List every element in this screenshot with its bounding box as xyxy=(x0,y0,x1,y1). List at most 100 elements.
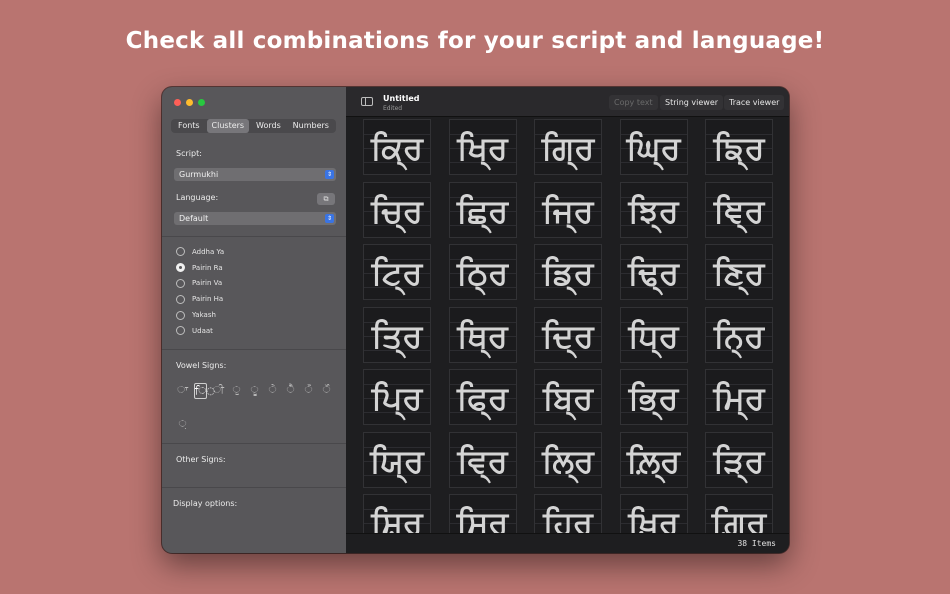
glyph-cluster: ਸ਼੍ਰਿ xyxy=(371,504,423,533)
glyph-cell[interactable]: ਥ੍ਰਿ xyxy=(448,306,517,363)
cluster-option[interactable]: Udaat xyxy=(176,323,224,339)
glyph-cell[interactable]: ਖ੍ਰਿ xyxy=(448,119,517,175)
glyph-cluster: ਚ੍ਰਿ xyxy=(371,191,423,230)
glyph-cluster: ਧ੍ਰਿ xyxy=(628,316,679,355)
string-viewer-button[interactable]: String viewer xyxy=(660,95,724,110)
glyph-cell[interactable]: ਘ੍ਰਿ xyxy=(619,119,688,175)
glyph-cell[interactable]: ਕ੍ਰਿ xyxy=(363,119,431,175)
glyph-cell[interactable]: ਸ੍ਰਿ xyxy=(448,494,517,533)
glyph-cell[interactable]: ਖ਼੍ਰਿ xyxy=(619,494,688,533)
glyph-cell[interactable]: ਠ੍ਰਿ xyxy=(448,244,517,300)
vowel-sign-button[interactable]: ◌ਾ xyxy=(176,383,189,399)
glyph-cell[interactable]: ਤ੍ਰਿ xyxy=(363,306,431,363)
vowel-sign-button[interactable]: ◌ੁ xyxy=(230,383,243,399)
glyph-cluster: ਮ੍ਰਿ xyxy=(713,379,765,417)
glyph-cell[interactable]: ਛ੍ਰਿ xyxy=(448,181,517,238)
vowel-sign-button[interactable]: ◌ੋ xyxy=(302,383,315,399)
vowel-signs-label: Vowel Signs: xyxy=(176,361,227,370)
glyph-cell[interactable]: ਦ੍ਰਿ xyxy=(534,306,602,363)
radio-button[interactable] xyxy=(176,263,185,273)
language-info-button[interactable]: ⧉ xyxy=(317,193,335,205)
glyph-cell[interactable]: ਸ਼੍ਰਿ xyxy=(363,494,431,533)
minimize-button[interactable] xyxy=(186,99,193,106)
glyph-cell[interactable]: ਧ੍ਰਿ xyxy=(619,306,688,363)
glyph-cluster: ਹ੍ਰਿ xyxy=(543,504,593,533)
tab-words[interactable]: Words xyxy=(251,119,286,133)
glyph-cluster: ਯ੍ਰਿ xyxy=(370,441,424,480)
glyph-cell[interactable]: ਪ੍ਰਿ xyxy=(363,369,431,425)
language-select[interactable]: Default ⇕ xyxy=(174,212,336,225)
glyph-cell[interactable]: ਫ੍ਰਿ xyxy=(448,369,517,425)
vowel-sign-button[interactable]: ◌ੌ xyxy=(320,383,333,399)
glyph-cell[interactable]: ਝ੍ਰਿ xyxy=(619,181,688,238)
glyph-cell[interactable]: ਢ੍ਰਿ xyxy=(619,244,688,300)
chevron-updown-icon: ⇕ xyxy=(325,214,334,223)
glyph-cell[interactable]: ਭ੍ਰਿ xyxy=(619,369,688,425)
script-select-value: Gurmukhi xyxy=(179,170,219,179)
glyph-cell[interactable]: ਟ੍ਰਿ xyxy=(363,244,431,300)
window-controls xyxy=(174,99,205,106)
glyph-cluster: ਡ੍ਰਿ xyxy=(542,254,594,292)
glyph-cell[interactable]: ਚ੍ਰਿ xyxy=(363,181,431,238)
other-signs-label: Other Signs: xyxy=(176,455,226,464)
glyph-cell[interactable]: ਵ੍ਰਿ xyxy=(448,431,517,488)
glyph-cluster: ਨ੍ਰਿ xyxy=(713,316,765,355)
cluster-option[interactable]: Pairin Ra xyxy=(176,260,224,276)
vowel-sign-button[interactable]: ◌ੂ xyxy=(248,383,261,399)
glyph-cell[interactable]: ਡ੍ਰਿ xyxy=(534,244,602,300)
close-button[interactable] xyxy=(174,99,181,106)
glyph-cluster: ਗ੍ਰਿ xyxy=(541,129,595,167)
cluster-option[interactable]: Pairin Va xyxy=(176,276,224,292)
language-select-value: Default xyxy=(179,214,209,223)
vowel-sign-button[interactable]: ਿ◌ xyxy=(194,383,215,399)
mode-tabs: Fonts Clusters Words Numbers xyxy=(171,119,336,133)
script-select[interactable]: Gurmukhi ⇕ xyxy=(174,168,336,181)
tab-fonts[interactable]: Fonts xyxy=(173,119,205,133)
glyph-cell[interactable]: ਮ੍ਰਿ xyxy=(705,369,773,425)
document-title: Untitled xyxy=(383,94,420,103)
headline: Check all combinations for your script a… xyxy=(125,28,825,54)
chevron-updown-icon: ⇕ xyxy=(325,170,334,179)
glyph-cell[interactable]: ਯ੍ਰਿ xyxy=(363,431,431,488)
item-count: 38 Items xyxy=(737,539,776,548)
glyph-cell[interactable]: ਹ੍ਰਿ xyxy=(534,494,602,533)
glyph-cell[interactable]: ੜ੍ਰਿ xyxy=(705,431,773,488)
glyph-cell[interactable]: ਙ੍ਰਿ xyxy=(705,119,773,175)
trace-viewer-button[interactable]: Trace viewer xyxy=(724,95,785,110)
glyph-cell[interactable]: ਞ੍ਰਿ xyxy=(705,181,773,238)
cluster-option[interactable]: Yakash xyxy=(176,307,224,323)
cluster-option[interactable]: Addha Ya xyxy=(176,244,224,260)
glyph-cell[interactable]: ਗ੍ਰਿ xyxy=(534,119,602,175)
sidebar-toggle-icon[interactable] xyxy=(361,97,373,106)
vowel-sign-button[interactable]: ◌ੇ xyxy=(266,383,279,399)
glyph-cluster: ਠ੍ਰਿ xyxy=(456,254,509,292)
glyph-cell[interactable]: ਣ੍ਰਿ xyxy=(705,244,773,300)
divider xyxy=(162,349,346,350)
vowel-sign-button[interactable]: ◌਼ xyxy=(176,417,189,433)
glyph-cell[interactable]: ਬ੍ਰਿ xyxy=(534,369,602,425)
glyph-cluster: ਝ੍ਰਿ xyxy=(628,191,679,230)
zoom-button[interactable] xyxy=(198,99,205,106)
glyph-cell[interactable]: ਗ਼੍ਰਿ xyxy=(705,494,773,533)
vowel-sign-button[interactable]: ◌ੈ xyxy=(284,383,297,399)
tab-numbers[interactable]: Numbers xyxy=(288,119,334,133)
glyph-cell[interactable]: ਜ੍ਰਿ xyxy=(534,181,602,238)
radio-button[interactable] xyxy=(176,294,185,304)
radio-button[interactable] xyxy=(176,310,185,320)
radio-button[interactable] xyxy=(176,278,185,288)
copy-text-button[interactable]: Copy text xyxy=(609,95,658,110)
cluster-option-label: Pairin Va xyxy=(192,279,223,288)
vowel-sign-button[interactable]: ◌ੀ xyxy=(212,383,225,399)
glyph-cluster: ਟ੍ਰਿ xyxy=(371,254,423,292)
divider xyxy=(162,236,346,237)
radio-button[interactable] xyxy=(176,326,185,336)
cluster-option[interactable]: Pairin Ha xyxy=(176,291,224,307)
glyph-cell[interactable]: ਲ੍ਰਿ xyxy=(534,431,602,488)
glyph-cell[interactable]: ਲ਼੍ਰਿ xyxy=(619,431,688,488)
radio-button[interactable] xyxy=(176,247,185,257)
glyph-cluster: ਲ੍ਰਿ xyxy=(542,441,594,480)
document-status: Edited xyxy=(383,105,403,112)
glyph-cell[interactable]: ਨ੍ਰਿ xyxy=(705,306,773,363)
glyph-cluster: ਞ੍ਰਿ xyxy=(713,191,765,230)
tab-clusters[interactable]: Clusters xyxy=(206,119,250,133)
